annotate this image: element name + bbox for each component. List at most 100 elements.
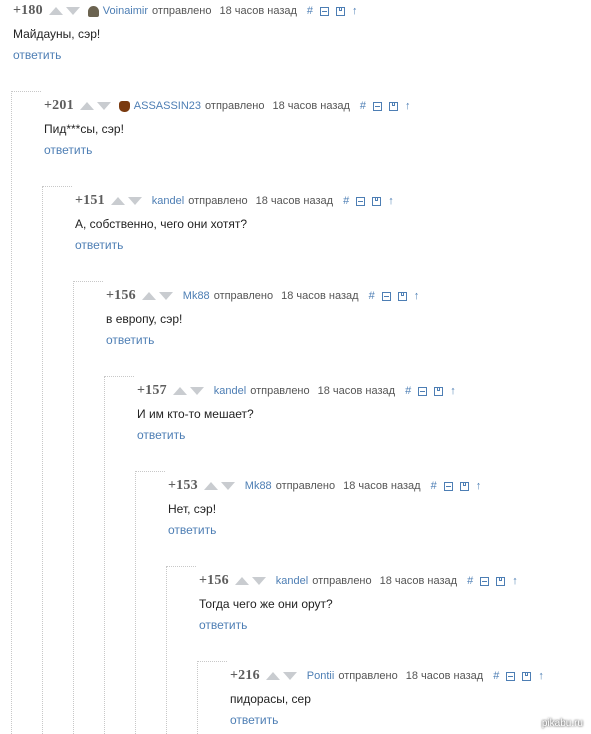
collapse-icon[interactable] <box>356 196 366 206</box>
comment-header: +157 kandel отправлено 18 часов назад # … <box>137 383 456 399</box>
save-icon[interactable] <box>522 671 532 681</box>
comment-rating: +201 <box>44 98 74 113</box>
comment-author[interactable]: kandel <box>152 195 184 207</box>
sent-label: отправлено <box>213 290 274 302</box>
comment-time[interactable]: 18 часов назад <box>318 385 395 397</box>
comment-time[interactable]: 18 часов назад <box>272 100 349 112</box>
comment-header: +156 Mk88 отправлено 18 часов назад # ↑ <box>106 288 419 304</box>
save-icon[interactable] <box>389 101 399 111</box>
downvote-icon[interactable] <box>158 292 173 300</box>
comment-text: Пид***сы, сэр! <box>44 122 124 136</box>
comment-author[interactable]: Mk88 <box>245 480 272 492</box>
comment-author[interactable]: Voinaimir <box>103 5 148 17</box>
reply-link[interactable]: ответить <box>199 618 518 632</box>
reply-link[interactable]: ответить <box>75 238 394 252</box>
downvote-icon[interactable] <box>127 197 142 205</box>
collapse-icon[interactable] <box>480 576 490 586</box>
comment-author[interactable]: kandel <box>214 385 246 397</box>
collapse-icon[interactable] <box>418 386 428 396</box>
comment-text: в европу, сэр! <box>106 312 183 326</box>
hash-link-icon[interactable]: # <box>467 575 473 587</box>
save-icon[interactable] <box>397 291 407 301</box>
upvote-icon[interactable] <box>203 482 218 490</box>
hash-link-icon[interactable]: # <box>405 385 411 397</box>
comment-rating: +156 <box>199 573 229 588</box>
downvote-icon[interactable] <box>282 672 297 680</box>
hash-link-icon[interactable]: # <box>360 100 366 112</box>
save-icon[interactable] <box>496 576 506 586</box>
sent-label: отправлено <box>188 195 248 207</box>
parent-arrow-icon[interactable]: ↑ <box>450 385 456 397</box>
parent-arrow-icon[interactable]: ↑ <box>405 100 411 112</box>
upvote-icon[interactable] <box>141 292 156 300</box>
collapse-icon[interactable] <box>381 291 391 301</box>
collapse-icon[interactable] <box>443 481 453 491</box>
comment: +156 Mk88 отправлено 18 часов назад # ↑ … <box>106 288 419 347</box>
save-icon[interactable] <box>434 386 444 396</box>
avatar <box>87 5 99 17</box>
comment-time[interactable]: 18 часов назад <box>343 480 420 492</box>
collapse-icon[interactable] <box>320 6 330 16</box>
hash-link-icon[interactable]: # <box>493 670 499 682</box>
comment-time[interactable]: 18 часов назад <box>219 5 296 17</box>
comment-text: А, собственно, чего они хотят? <box>75 217 248 231</box>
hash-link-icon[interactable]: # <box>343 195 349 207</box>
upvote-icon[interactable] <box>79 102 94 110</box>
comment-actions: # ↑ <box>493 670 544 682</box>
comment-author[interactable]: Mk88 <box>183 290 210 302</box>
save-icon[interactable] <box>336 6 346 16</box>
thread-branch-line <box>11 91 41 734</box>
thread-branch-line <box>104 376 134 734</box>
parent-arrow-icon[interactable]: ↑ <box>388 195 394 207</box>
comment: +201 ASSASSIN23 отправлено 18 часов наза… <box>44 98 411 157</box>
comment-text: Майдауны, сэр! <box>13 27 101 41</box>
upvote-icon[interactable] <box>110 197 125 205</box>
comment-thread: +180 Voinaimir отправлено 18 часов назад… <box>0 0 591 734</box>
hash-link-icon[interactable]: # <box>369 290 375 302</box>
downvote-icon[interactable] <box>65 7 80 15</box>
comment-actions: # ↑ <box>405 385 456 397</box>
downvote-icon[interactable] <box>96 102 111 110</box>
comment-time[interactable]: 18 часов назад <box>380 575 457 587</box>
comment-text: И им кто-то мешает? <box>137 407 254 421</box>
reply-link[interactable]: ответить <box>13 48 358 62</box>
reply-link[interactable]: ответить <box>44 143 411 157</box>
comment-actions: # ↑ <box>431 480 482 492</box>
comment-time[interactable]: 18 часов назад <box>256 195 333 207</box>
parent-arrow-icon[interactable]: ↑ <box>512 575 518 587</box>
downvote-icon[interactable] <box>251 577 266 585</box>
reply-link[interactable]: ответить <box>230 713 544 727</box>
comment-time[interactable]: 18 часов назад <box>281 290 358 302</box>
reply-link[interactable]: ответить <box>137 428 456 442</box>
upvote-icon[interactable] <box>234 577 249 585</box>
comment: +153 Mk88 отправлено 18 часов назад # ↑ … <box>168 478 481 537</box>
hash-link-icon[interactable]: # <box>431 480 437 492</box>
comment: +157 kandel отправлено 18 часов назад # … <box>137 383 456 442</box>
upvote-icon[interactable] <box>265 672 280 680</box>
parent-arrow-icon[interactable]: ↑ <box>538 670 544 682</box>
comment: +180 Voinaimir отправлено 18 часов назад… <box>13 3 358 62</box>
parent-arrow-icon[interactable]: ↑ <box>414 290 420 302</box>
reply-link[interactable]: ответить <box>106 333 419 347</box>
upvote-icon[interactable] <box>48 7 63 15</box>
save-icon[interactable] <box>459 481 469 491</box>
downvote-icon[interactable] <box>189 387 204 395</box>
comment-author[interactable]: Pontii <box>307 670 335 682</box>
comment-actions: # ↑ <box>467 575 518 587</box>
parent-arrow-icon[interactable]: ↑ <box>352 5 358 17</box>
downvote-icon[interactable] <box>220 482 235 490</box>
reply-link[interactable]: ответить <box>168 523 481 537</box>
comment-actions: # ↑ <box>307 5 358 17</box>
upvote-icon[interactable] <box>172 387 187 395</box>
comment-time[interactable]: 18 часов назад <box>406 670 483 682</box>
parent-arrow-icon[interactable]: ↑ <box>476 480 482 492</box>
comment-header: +151 kandel отправлено 18 часов назад # … <box>75 193 394 209</box>
save-icon[interactable] <box>372 196 382 206</box>
watermark: pikabu.ru <box>541 718 583 729</box>
collapse-icon[interactable] <box>373 101 383 111</box>
collapse-icon[interactable] <box>506 671 516 681</box>
comment-text: пидорасы, сер <box>230 692 311 706</box>
comment-author[interactable]: kandel <box>276 575 308 587</box>
comment-author[interactable]: ASSASSIN23 <box>134 100 201 112</box>
hash-link-icon[interactable]: # <box>307 5 313 17</box>
